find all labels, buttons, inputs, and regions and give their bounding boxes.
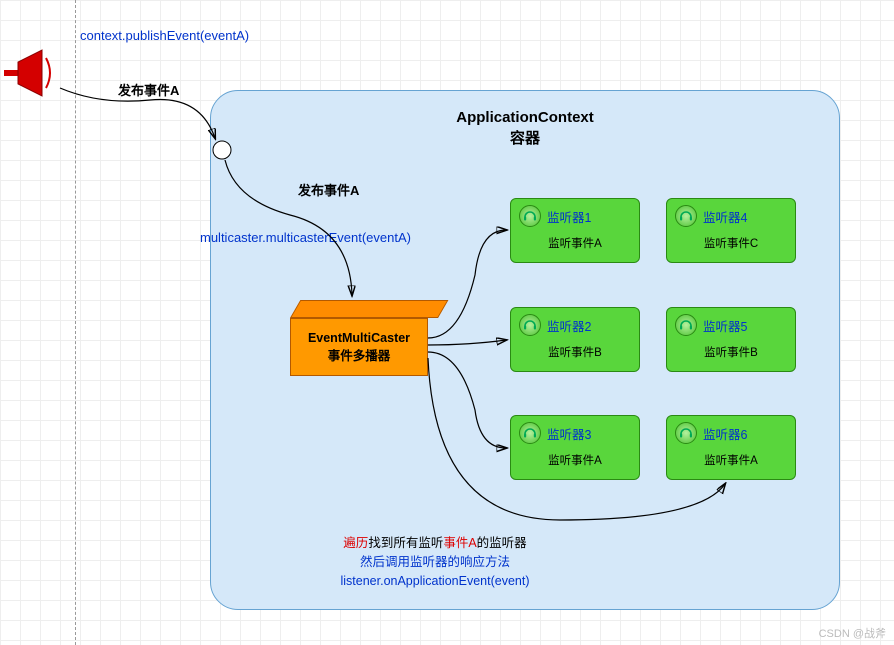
container-title-line1: ApplicationContext: [211, 107, 839, 128]
listener-box: 监听器5 监听事件B: [666, 307, 796, 372]
headphone-icon: [675, 422, 697, 444]
event-multicaster-box: EventMultiCaster 事件多播器: [280, 300, 428, 380]
listener-name: 监听器5: [703, 316, 747, 335]
multicaster-code: multicaster.multicasterEvent(eventA): [200, 230, 411, 245]
headphone-icon: [519, 314, 541, 336]
listener-box: 监听器2 监听事件B: [510, 307, 640, 372]
traversal-note: 遍历找到所有监听事件A的监听器 然后调用监听器的响应方法 listener.on…: [290, 534, 580, 590]
listener-name: 监听器3: [547, 424, 591, 443]
listener-name: 监听器4: [703, 207, 747, 226]
headphone-icon: [675, 314, 697, 336]
watermark: CSDN @战斧: [819, 625, 886, 641]
container-title-line2: 容器: [211, 128, 839, 149]
caster-title: EventMultiCaster: [308, 331, 410, 345]
listener-name: 监听器2: [547, 316, 591, 335]
publish-code: context.publishEvent(eventA): [80, 28, 249, 43]
caster-subtitle: 事件多播器: [328, 345, 391, 364]
lifeline-divider: [75, 0, 76, 645]
listener-event: 监听事件B: [511, 344, 639, 360]
container-title: ApplicationContext 容器: [211, 107, 839, 149]
listener-event: 监听事件A: [511, 452, 639, 468]
publish-label-2: 发布事件A: [298, 180, 359, 199]
listener-event: 监听事件C: [667, 235, 795, 251]
headphone-icon: [519, 422, 541, 444]
headphone-icon: [519, 205, 541, 227]
listener-box: 监听器4 监听事件C: [666, 198, 796, 263]
headphone-icon: [675, 205, 697, 227]
listener-event: 监听事件B: [667, 344, 795, 360]
listener-box: 监听器3 监听事件A: [510, 415, 640, 480]
listener-box: 监听器1 监听事件A: [510, 198, 640, 263]
listener-box: 监听器6 监听事件A: [666, 415, 796, 480]
listener-name: 监听器1: [547, 207, 591, 226]
listener-event: 监听事件A: [667, 452, 795, 468]
listener-event: 监听事件A: [511, 235, 639, 251]
publish-label-1: 发布事件A: [118, 80, 179, 99]
listener-name: 监听器6: [703, 424, 747, 443]
speaker-icon: [4, 48, 64, 98]
